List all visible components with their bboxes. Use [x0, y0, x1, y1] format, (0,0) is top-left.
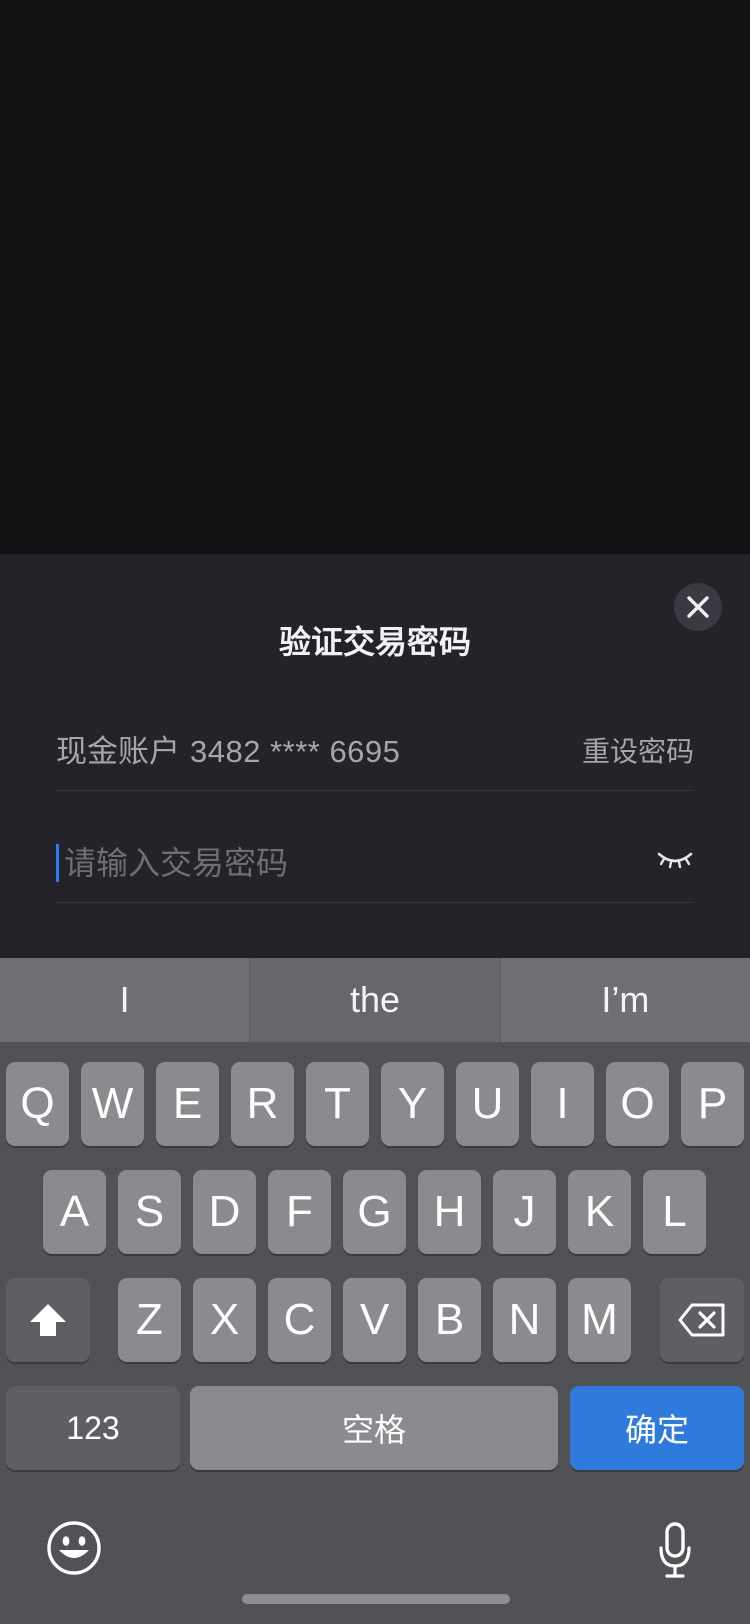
suggestion-item[interactable]: the [249, 958, 500, 1042]
confirm-key-label: 确定 [624, 1412, 689, 1448]
account-number: 3482 **** 6695 [190, 734, 401, 769]
password-input[interactable] [56, 842, 624, 884]
key-y[interactable]: Y [381, 1062, 444, 1146]
key-i[interactable]: I [531, 1062, 594, 1146]
dimmed-background-overlay[interactable] [0, 0, 750, 554]
space-key-label: 空格 [341, 1412, 406, 1448]
microphone-icon[interactable] [658, 1522, 692, 1580]
account-row: 现金账户 3482 **** 6695 重设密码 [56, 732, 694, 791]
key-r[interactable]: R [231, 1062, 294, 1146]
key-z[interactable]: Z [118, 1278, 181, 1362]
key-b[interactable]: B [418, 1278, 481, 1362]
key-l[interactable]: L [643, 1170, 706, 1254]
key-e[interactable]: E [156, 1062, 219, 1146]
home-indicator[interactable] [242, 1594, 510, 1604]
suggestion-bar: I the I’m [0, 958, 750, 1042]
password-field-row [56, 842, 694, 903]
key-f[interactable]: F [268, 1170, 331, 1254]
shift-key[interactable] [6, 1278, 90, 1362]
suggestion-item[interactable]: I’m [499, 958, 750, 1042]
key-c[interactable]: C [268, 1278, 331, 1362]
key-a[interactable]: A [43, 1170, 106, 1254]
key-d[interactable]: D [193, 1170, 256, 1254]
key-o[interactable]: O [606, 1062, 669, 1146]
key-j[interactable]: J [493, 1170, 556, 1254]
suggestion-item[interactable]: I [0, 958, 249, 1042]
dialog-title: 验证交易密码 [278, 624, 471, 660]
confirm-key[interactable]: 确定 [570, 1386, 744, 1470]
key-p[interactable]: P [681, 1062, 744, 1146]
key-w[interactable]: W [81, 1062, 144, 1146]
key-k[interactable]: K [568, 1170, 631, 1254]
key-g[interactable]: G [343, 1170, 406, 1254]
key-h[interactable]: H [418, 1170, 481, 1254]
close-icon [687, 596, 709, 618]
key-n[interactable]: N [493, 1278, 556, 1362]
key-t[interactable]: T [306, 1062, 369, 1146]
reset-password-link[interactable]: 重设密码 [582, 732, 694, 772]
eye-closed-icon[interactable] [656, 846, 694, 874]
emoji-icon[interactable] [46, 1520, 102, 1576]
numbers-key[interactable]: 123 [6, 1386, 180, 1470]
key-m[interactable]: M [568, 1278, 631, 1362]
key-x[interactable]: X [193, 1278, 256, 1362]
key-q[interactable]: Q [6, 1062, 69, 1146]
key-v[interactable]: V [343, 1278, 406, 1362]
space-key[interactable]: 空格 [190, 1386, 558, 1470]
account-label: 现金账户 [56, 734, 180, 769]
backspace-icon [678, 1303, 725, 1337]
numbers-key-label: 123 [66, 1409, 120, 1446]
key-u[interactable]: U [456, 1062, 519, 1146]
key-s[interactable]: S [118, 1170, 181, 1254]
account-info: 现金账户 3482 **** 6695 [56, 732, 400, 772]
delete-key[interactable] [660, 1278, 744, 1362]
shift-icon [30, 1304, 66, 1336]
